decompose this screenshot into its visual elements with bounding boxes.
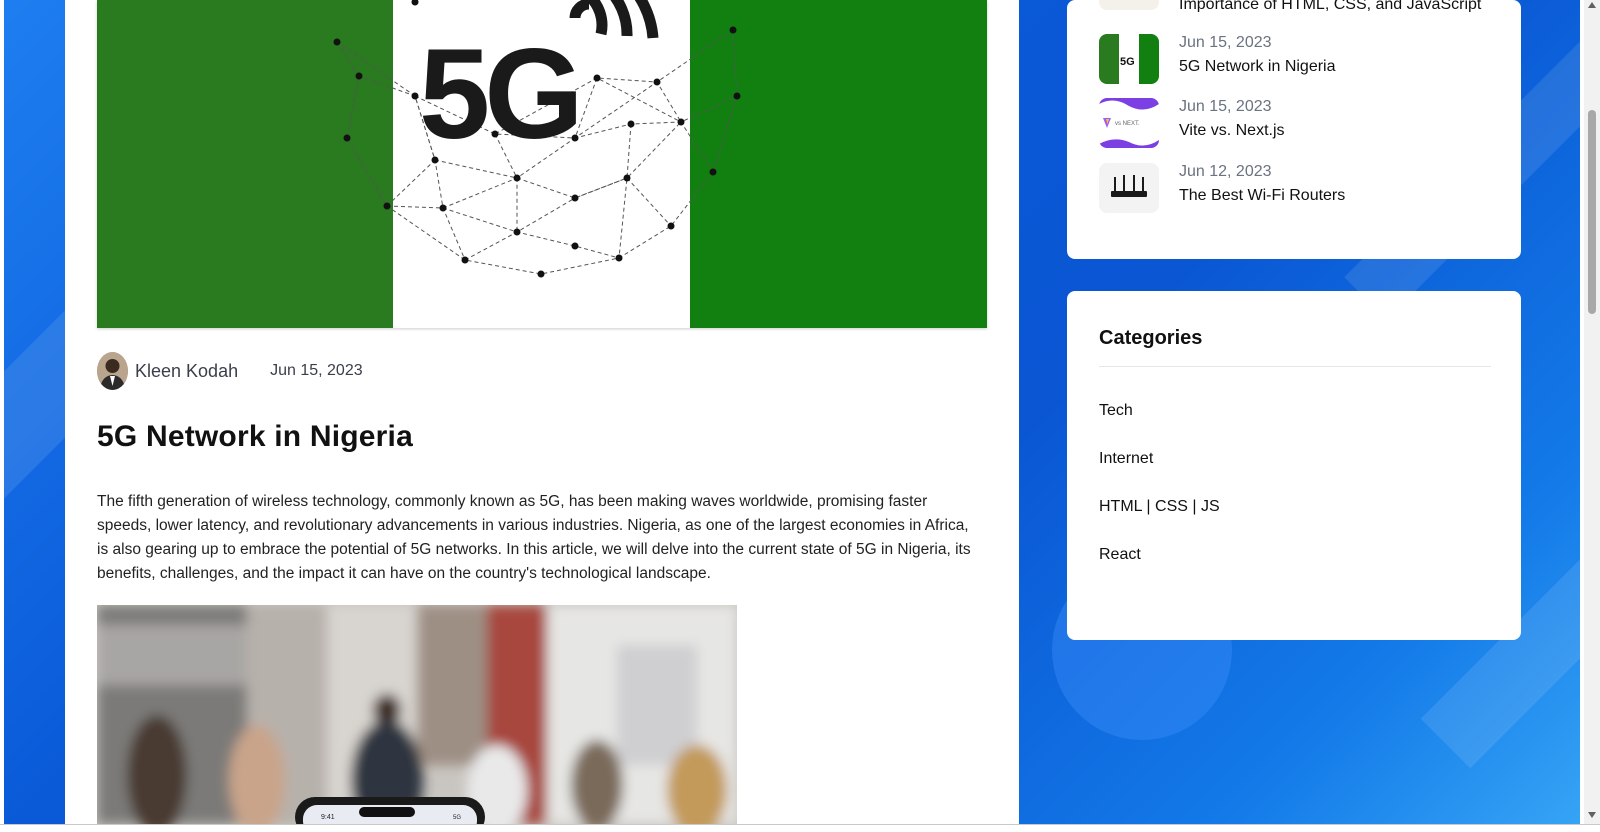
scroll-up-icon[interactable] bbox=[1588, 2, 1596, 8]
recent-item-date: Jun 12, 2023 bbox=[1179, 163, 1272, 180]
recent-item-title[interactable]: 5G Network in Nigeria bbox=[1179, 58, 1336, 76]
category-link[interactable]: React bbox=[1099, 546, 1141, 564]
category-link[interactable]: Internet bbox=[1099, 450, 1153, 468]
categories-title: Categories bbox=[1099, 327, 1203, 349]
recent-item-date: Jun 15, 2023 bbox=[1179, 34, 1272, 51]
post-thumbnail bbox=[1099, 163, 1159, 213]
post-date: Jun 15, 2023 bbox=[270, 362, 363, 379]
recent-posts-card: Importance of HTML, CSS, and JavaScript … bbox=[1067, 0, 1521, 259]
post-thumbnail: 5G bbox=[1099, 34, 1159, 84]
recent-item-cut-off[interactable]: Importance of HTML, CSS, and JavaScript bbox=[1099, 0, 1509, 12]
nigeria-5g-illustration: 5G bbox=[97, 0, 987, 328]
recent-item-title: Importance of HTML, CSS, and JavaScript bbox=[1179, 0, 1482, 12]
svg-text:5G: 5G bbox=[419, 23, 578, 166]
recent-item-title[interactable]: Vite vs. Next.js bbox=[1179, 122, 1285, 140]
article-photo: 9:41 5G bbox=[97, 605, 737, 824]
svg-text:5G: 5G bbox=[453, 815, 461, 821]
category-link[interactable]: HTML | CSS | JS bbox=[1099, 498, 1220, 516]
post-thumbnail bbox=[1099, 0, 1159, 10]
recent-item-title[interactable]: The Best Wi-Fi Routers bbox=[1179, 187, 1345, 205]
post-title: 5G Network in Nigeria bbox=[97, 420, 413, 453]
svg-text:vs NEXT.: vs NEXT. bbox=[1115, 121, 1140, 127]
router-icon bbox=[1111, 175, 1147, 197]
author-avatar[interactable] bbox=[97, 352, 128, 390]
article-container: 5G Kleen Kodah Jun 15, 2023 5G Network i… bbox=[65, 0, 1019, 824]
hero-image: 5G bbox=[97, 0, 987, 328]
recent-item[interactable]: vs NEXT. Jun 15, 2023 Vite vs. Next.js bbox=[1099, 98, 1509, 150]
recent-item-date: Jun 15, 2023 bbox=[1179, 98, 1272, 115]
category-link[interactable]: Tech bbox=[1099, 402, 1133, 420]
post-thumbnail: vs NEXT. bbox=[1099, 98, 1159, 148]
scroll-down-icon[interactable] bbox=[1588, 812, 1596, 818]
post-meta: Kleen Kodah Jun 15, 2023 bbox=[97, 352, 363, 390]
categories-card: Categories Tech Internet HTML | CSS | JS… bbox=[1067, 291, 1521, 640]
svg-text:5G: 5G bbox=[1120, 56, 1135, 68]
post-body: The fifth generation of wireless technol… bbox=[97, 493, 971, 582]
author-name[interactable]: Kleen Kodah bbox=[135, 361, 238, 382]
recent-item[interactable]: Jun 12, 2023 The Best Wi-Fi Routers bbox=[1099, 163, 1509, 215]
recent-item[interactable]: 5G Jun 15, 2023 5G Network in Nigeria bbox=[1099, 34, 1509, 86]
page-scrollbar[interactable] bbox=[1584, 0, 1600, 824]
scroll-thumb[interactable] bbox=[1588, 110, 1596, 314]
divider bbox=[1099, 366, 1491, 367]
svg-text:9:41: 9:41 bbox=[321, 814, 335, 821]
